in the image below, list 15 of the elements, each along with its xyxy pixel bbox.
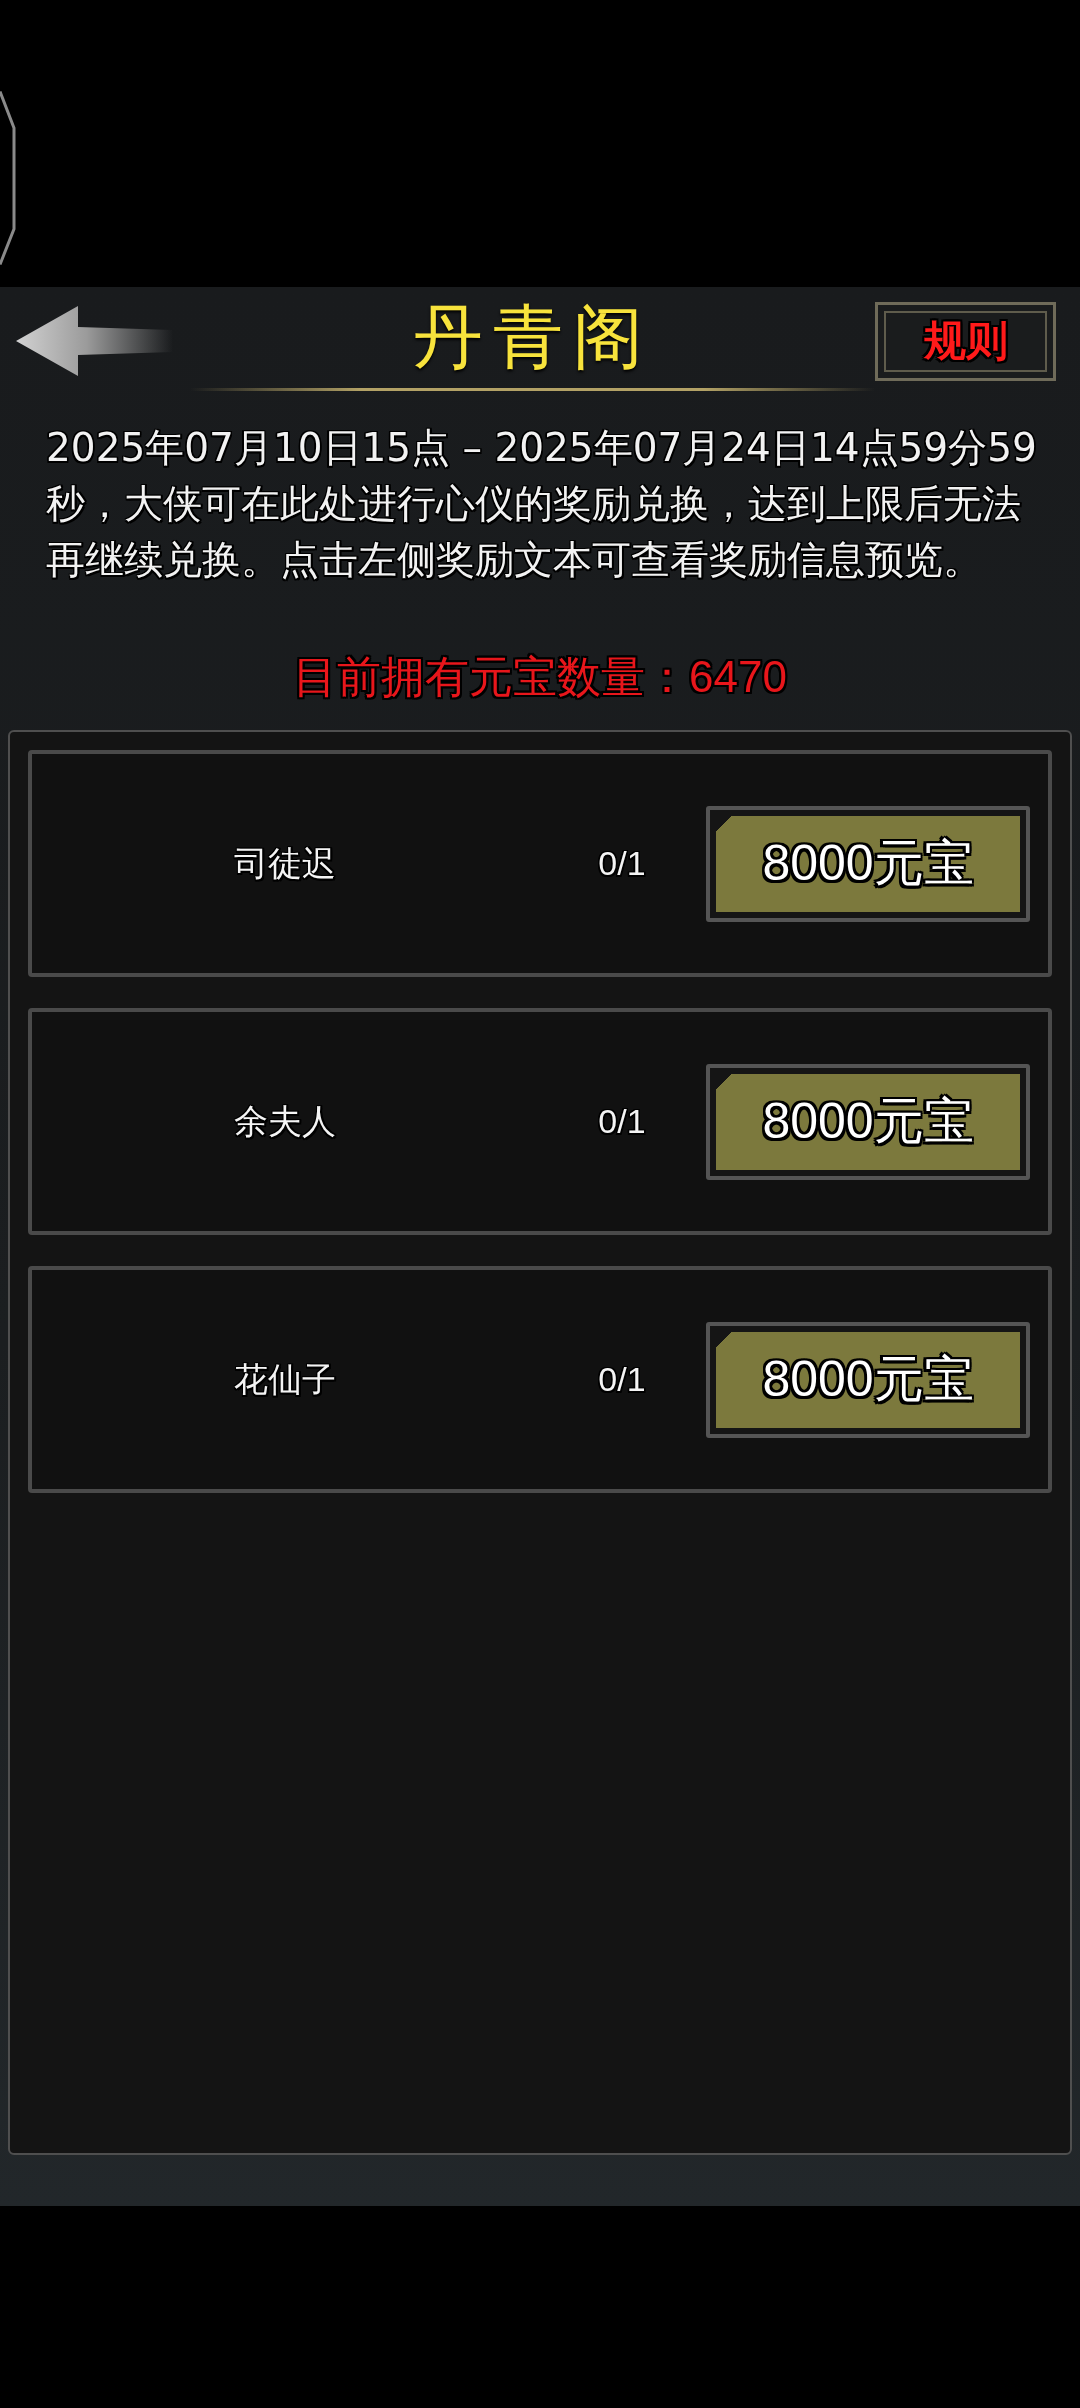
- price-button[interactable]: 8000元宝: [706, 1321, 1030, 1438]
- reward-name[interactable]: 花仙子: [234, 1356, 336, 1403]
- balance-text: 目前拥有元宝数量：6470: [293, 651, 787, 703]
- reward-name[interactable]: 余夫人: [234, 1098, 336, 1145]
- rules-button[interactable]: 规则: [875, 301, 1056, 381]
- back-arrow-icon: [15, 305, 173, 377]
- reward-count: 0/1: [598, 1102, 646, 1141]
- price-button[interactable]: 8000元宝: [706, 1063, 1030, 1180]
- description-text: 2025年07月10日15点 – 2025年07月24日14点59分59秒，大侠可在此处进行心仪的奖励兑换，达到上限后无法再继续兑换。点击左侧奖励文本可查看奖励信息预览。: [46, 424, 1038, 584]
- hexagon-outline-icon: [0, 90, 16, 266]
- reward-count: 0/1: [598, 1360, 646, 1399]
- reward-count: 0/1: [598, 844, 646, 883]
- page-title: 丹青阁: [412, 298, 653, 378]
- price-button[interactable]: 8000元宝: [706, 805, 1030, 922]
- reward-name[interactable]: 司徒迟: [234, 840, 336, 887]
